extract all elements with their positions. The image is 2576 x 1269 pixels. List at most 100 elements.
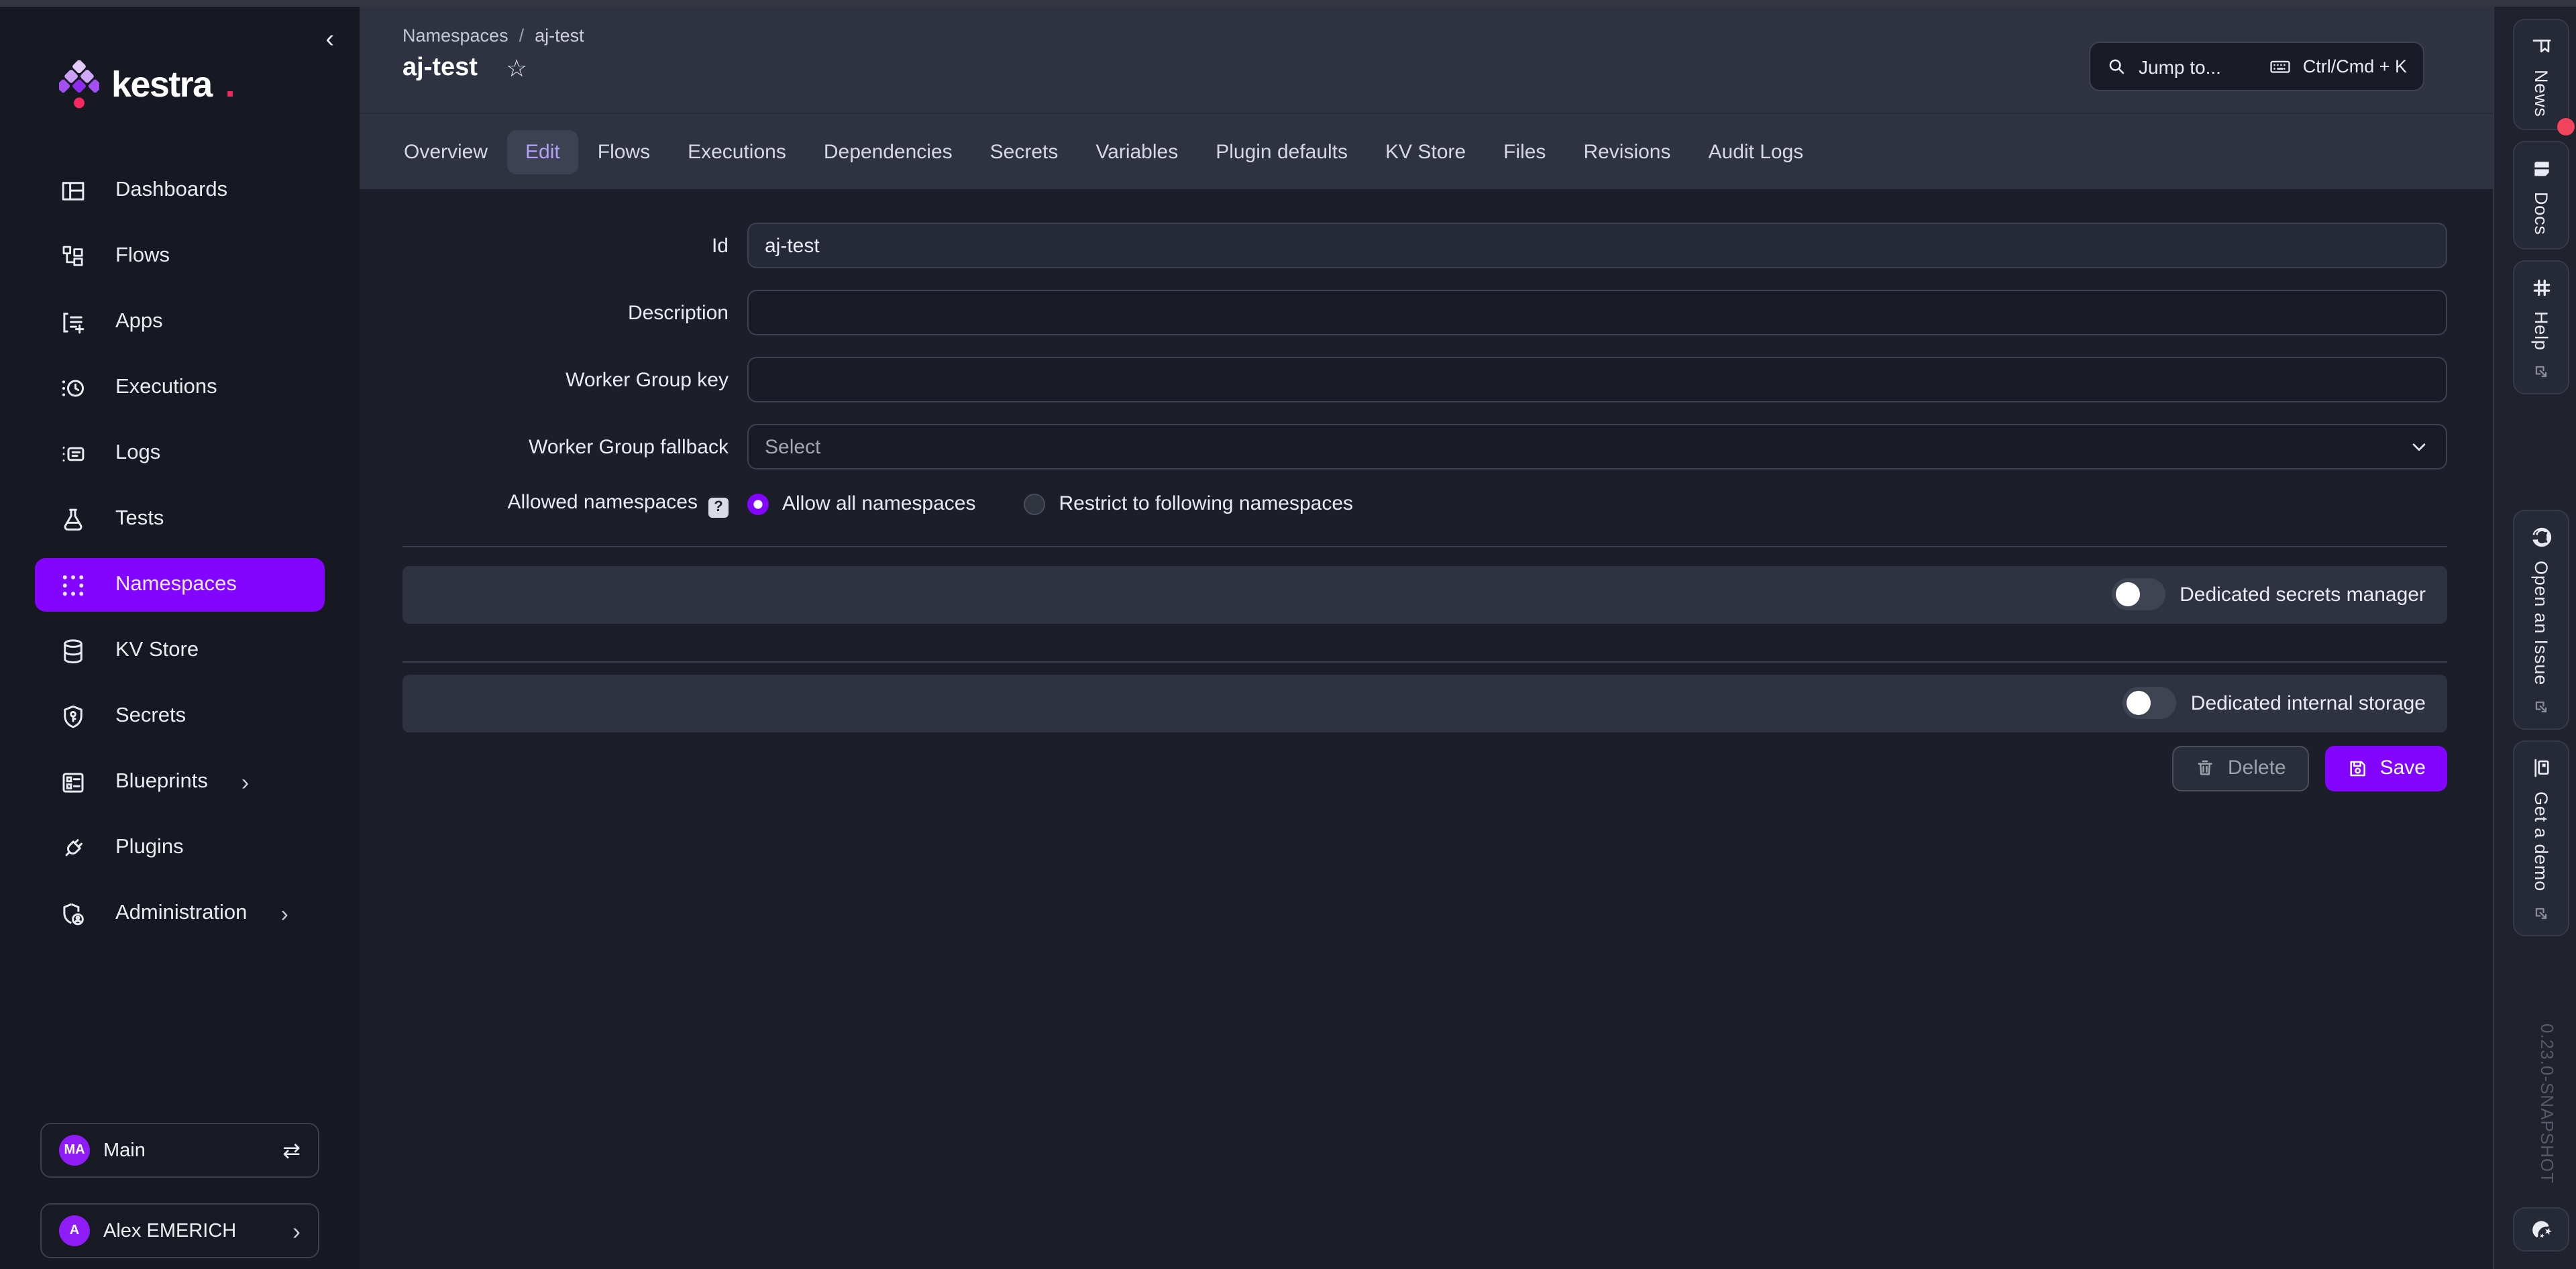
search-icon	[2106, 56, 2127, 76]
sidebar-item-blueprints[interactable]: Blueprints ›	[35, 755, 325, 809]
worker-group-key-label: Worker Group key	[402, 368, 729, 391]
save-icon	[2347, 757, 2368, 779]
sidebar-item-flows[interactable]: Flows	[35, 229, 325, 283]
tab-revisions[interactable]: Revisions	[1564, 129, 1689, 174]
toggle-label: Dedicated secrets manager	[2180, 583, 2426, 606]
dashboards-icon	[59, 176, 87, 205]
main-area: Namespaces / aj-test aj-test ☆ Jump to..…	[360, 7, 2493, 1269]
demo-screen-icon	[2530, 757, 2553, 779]
toggle-label: Dedicated internal storage	[2191, 692, 2426, 714]
sidebar-item-namespaces[interactable]: Namespaces	[35, 558, 325, 612]
tab-secrets[interactable]: Secrets	[971, 129, 1077, 174]
tab-variables[interactable]: Variables	[1077, 129, 1197, 174]
allowed-namespaces-radio-group: Allow all namespaces Restrict to followi…	[747, 493, 1353, 516]
chevron-right-icon: ›	[280, 902, 288, 925]
sidebar-item-administration[interactable]: Administration ›	[35, 887, 325, 940]
dedicated-internal-storage-toggle[interactable]	[2123, 687, 2176, 719]
swap-horizontal-icon: ⇄	[282, 1137, 301, 1164]
tenant-switcher[interactable]: MA Main ⇄	[40, 1123, 319, 1178]
tab-audit-logs[interactable]: Audit Logs	[1690, 129, 1823, 174]
sidebar-item-label: Dashboards	[115, 178, 227, 203]
docs-button[interactable]: Docs	[2513, 142, 2569, 250]
tab-kv-store[interactable]: KV Store	[1366, 129, 1485, 174]
sidebar-item-logs[interactable]: Logs	[35, 427, 325, 480]
user-label: Alex EMERICH	[103, 1220, 236, 1242]
allowed-namespaces-label: Allowed namespaces?	[402, 491, 729, 517]
sidebar: ‹ kestra. Dashboards	[0, 7, 360, 1269]
get-a-demo-button[interactable]: Get a demo	[2513, 740, 2569, 936]
help-icon[interactable]: ?	[708, 497, 729, 517]
save-button[interactable]: Save	[2325, 745, 2447, 791]
sidebar-item-dashboards[interactable]: Dashboards	[35, 164, 325, 217]
sidebar-item-label: KV Store	[115, 639, 199, 663]
tab-dependencies[interactable]: Dependencies	[805, 129, 971, 174]
radio-selected-icon	[747, 494, 769, 515]
tab-plugin-defaults[interactable]: Plugin defaults	[1197, 129, 1366, 174]
tab-files[interactable]: Files	[1485, 129, 1564, 174]
tab-flows[interactable]: Flows	[579, 129, 669, 174]
plugins-icon	[59, 834, 87, 862]
tab-overview[interactable]: Overview	[385, 129, 506, 174]
executions-icon	[59, 374, 87, 402]
chevron-down-icon	[2408, 436, 2430, 457]
news-button[interactable]: News	[2513, 19, 2569, 131]
rail-label: Docs	[2531, 192, 2551, 236]
rail-label: Get a demo	[2531, 791, 2551, 891]
worker-group-fallback-select[interactable]: Select	[747, 424, 2447, 470]
tab-edit[interactable]: Edit	[506, 129, 579, 174]
external-link-icon	[2532, 698, 2551, 716]
worker-group-key-field[interactable]	[747, 357, 2447, 402]
help-button[interactable]: Help	[2513, 260, 2569, 394]
sidebar-item-label: Blueprints	[115, 770, 208, 794]
namespace-tabs: Overview Edit Flows Executions Dependenc…	[360, 113, 2493, 189]
kestra-app: ‹ kestra. Dashboards	[0, 0, 2576, 1269]
notification-dot	[2557, 119, 2575, 136]
chevron-right-icon: ›	[241, 771, 249, 793]
id-field[interactable]	[747, 223, 2447, 268]
jump-to-search[interactable]: Jump to... Ctrl/Cmd + K	[2089, 42, 2424, 91]
sidebar-item-label: Apps	[115, 310, 163, 334]
kv-store-icon	[59, 637, 87, 665]
docs-icon	[2530, 158, 2553, 180]
description-field[interactable]	[747, 290, 2447, 335]
description-label: Description	[402, 301, 729, 324]
breadcrumb-current[interactable]: aj-test	[535, 25, 584, 46]
sidebar-item-secrets[interactable]: Secrets	[35, 689, 325, 743]
section-divider	[402, 661, 2447, 662]
kestra-logo[interactable]: kestra.	[59, 60, 360, 110]
open-an-issue-button[interactable]: Open an Issue	[2513, 510, 2569, 730]
edit-form: Id Description Worker Group key Worker G…	[360, 189, 2493, 1269]
breadcrumb-root[interactable]: Namespaces	[402, 25, 508, 46]
dedicated-secrets-manager-toggle[interactable]	[2111, 578, 2165, 610]
sidebar-item-label: Plugins	[115, 836, 184, 860]
radio-unselected-icon	[1024, 494, 1046, 515]
sidebar-item-executions[interactable]: Executions	[35, 361, 325, 415]
tab-executions[interactable]: Executions	[669, 129, 805, 174]
section-divider	[402, 545, 2447, 547]
sidebar-item-apps[interactable]: Apps	[35, 295, 325, 349]
search-placeholder: Jump to...	[2139, 56, 2257, 77]
worker-group-fallback-label: Worker Group fallback	[402, 435, 729, 458]
user-menu[interactable]: A Alex EMERICH ›	[40, 1203, 319, 1258]
radio-allow-all-namespaces[interactable]: Allow all namespaces	[747, 493, 976, 516]
blueprints-icon	[59, 768, 87, 796]
namespaces-icon	[59, 571, 87, 599]
favorite-star-icon[interactable]: ☆	[506, 57, 527, 81]
version-label: 0.23.0-SNAPSHOT	[2537, 1023, 2557, 1183]
search-shortcut: Ctrl/Cmd + K	[2303, 56, 2407, 76]
page-header: Namespaces / aj-test aj-test ☆ Jump to..…	[360, 7, 2493, 113]
sidebar-collapse-button[interactable]: ‹	[323, 24, 337, 55]
sidebar-bottom: MA Main ⇄ A Alex EMERICH ›	[0, 1123, 360, 1269]
theme-toggle-button[interactable]	[2513, 1207, 2569, 1252]
sidebar-item-plugins[interactable]: Plugins	[35, 821, 325, 875]
delete-button[interactable]: Delete	[2173, 745, 2309, 791]
tenant-label: Main	[103, 1140, 146, 1161]
dedicated-secrets-manager-panel: Dedicated secrets manager	[402, 565, 2447, 623]
radio-restrict-namespaces[interactable]: Restrict to following namespaces	[1024, 493, 1354, 516]
form-actions: Delete Save	[402, 745, 2447, 791]
sidebar-item-label: Namespaces	[115, 573, 237, 597]
slack-icon	[2530, 276, 2553, 298]
sidebar-item-kv-store[interactable]: KV Store	[35, 624, 325, 677]
select-placeholder: Select	[765, 435, 820, 458]
sidebar-item-tests[interactable]: Tests	[35, 492, 325, 546]
